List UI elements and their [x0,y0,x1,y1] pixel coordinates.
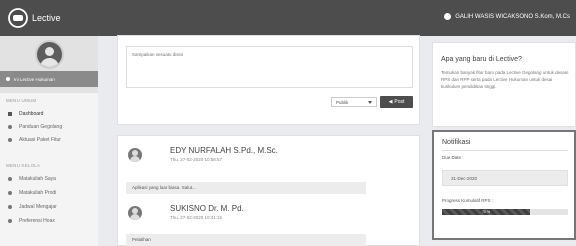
sidebar-profile: Ini Lective Hukuman [0,36,98,93]
avatar [35,40,64,69]
notification-title: Notifikasi [442,139,471,146]
sidebar-item-label: Preferensi Hoax [19,218,55,224]
user-icon [444,13,452,20]
sidebar-item-matakuliah-saya[interactable]: Matakuliah Saya [0,173,98,185]
post-composer: Publik ◀ Post [117,35,420,125]
top-navbar: Lective GALIH WASIS WICAKSONO S.Kom, M.C… [0,0,576,36]
check-icon [8,138,12,142]
list-icon [8,177,12,181]
divider [442,150,568,151]
post-button[interactable]: ◀ Post [380,96,413,108]
gear-icon [8,219,12,223]
calendar-icon [8,205,12,209]
app-logo[interactable]: Lective [8,8,61,28]
post-avatar [128,206,142,220]
list-icon [8,191,12,195]
sidebar: Ini Lective Hukuman MENU UMUM Dashboard … [0,36,98,246]
whats-new-card: Apa yang baru di Lective? Temukan banyak… [432,42,576,127]
sidebar-item-dashboard[interactable]: Dashboard [0,108,98,120]
sidebar-item-label: Dashboard [19,111,44,117]
app-name: Lective [32,13,61,23]
post-date: Thu, 27-02-2020 10:58:57 [170,157,223,162]
progress-label: Progress Kumulatif RPS : [442,198,494,203]
lective-logo-icon [8,8,28,28]
sidebar-item-aktivasi[interactable]: Aktuasi Paket Fitur [0,134,98,146]
whats-new-body: Temukan banyak fitur baru pada Lective G… [441,70,569,89]
sidebar-item-panduan[interactable]: Panduan Gegolang [0,121,98,133]
book-icon [8,125,12,129]
post-avatar [128,148,142,162]
sidebar-item-preferensi[interactable]: Preferensi Hoax [0,215,98,227]
org-badge[interactable]: Ini Lective Hukuman [0,71,98,87]
progress-fill: 70 % [442,209,531,215]
post-message: Aplikasi yang luar biasa. Salut... [126,182,366,194]
org-label: Ini Lective Hukuman [14,76,55,82]
section-menu-kelola: MENU KELOLA [6,163,41,168]
sidebar-item-matakuliah-prodi[interactable]: Matakuliah Prodi [0,187,98,199]
user-name: GALIH WASIS WICAKSONO S.Kom, M.Cs [455,13,570,20]
post-button-label: Post [394,99,405,105]
sidebar-item-label: Matakuliah Saya [19,176,56,182]
org-icon [6,77,10,81]
send-icon: ◀ [388,99,393,105]
sidebar-item-label: Panduan Gegolang [19,124,63,130]
post-author[interactable]: SUKISNO Dr. M. Pd. [170,204,244,213]
post-author[interactable]: EDY NURFALAH S.Pd., M.Sc. [170,146,278,155]
post-input[interactable] [126,46,413,88]
visibility-select[interactable]: Publik [331,97,377,107]
whats-new-title: Apa yang baru di Lective? [441,56,522,63]
progress-bar: 70 % [442,209,568,215]
post-message: Pelatihan [126,234,366,246]
sidebar-item-label: Jadwal Mengajar [19,204,57,210]
chevron-down-icon [368,101,372,104]
sidebar-item-label: Aktuasi Paket Fitur [19,137,61,143]
sidebar-item-label: Matakuliah Prodi [19,190,57,196]
section-menu-umum: MENU UMUM [6,98,37,103]
due-date-label: Due Date : [442,155,464,160]
notification-card: Notifikasi Due Date : 31-Dec-2020 Progre… [432,130,576,240]
sidebar-item-jadwal[interactable]: Jadwal Mengajar [0,201,98,213]
visibility-value: Publik [336,100,349,105]
due-date-value: 31-Dec-2020 [442,170,568,186]
user-menu[interactable]: GALIH WASIS WICAKSONO S.Kom, M.Cs [444,13,570,20]
activity-feed: EDY NURFALAH S.Pd., M.Sc. Thu, 27-02-202… [117,135,420,246]
post-date: Thu, 27-02-2020 10:41:15 [170,215,223,220]
home-icon [8,112,12,116]
